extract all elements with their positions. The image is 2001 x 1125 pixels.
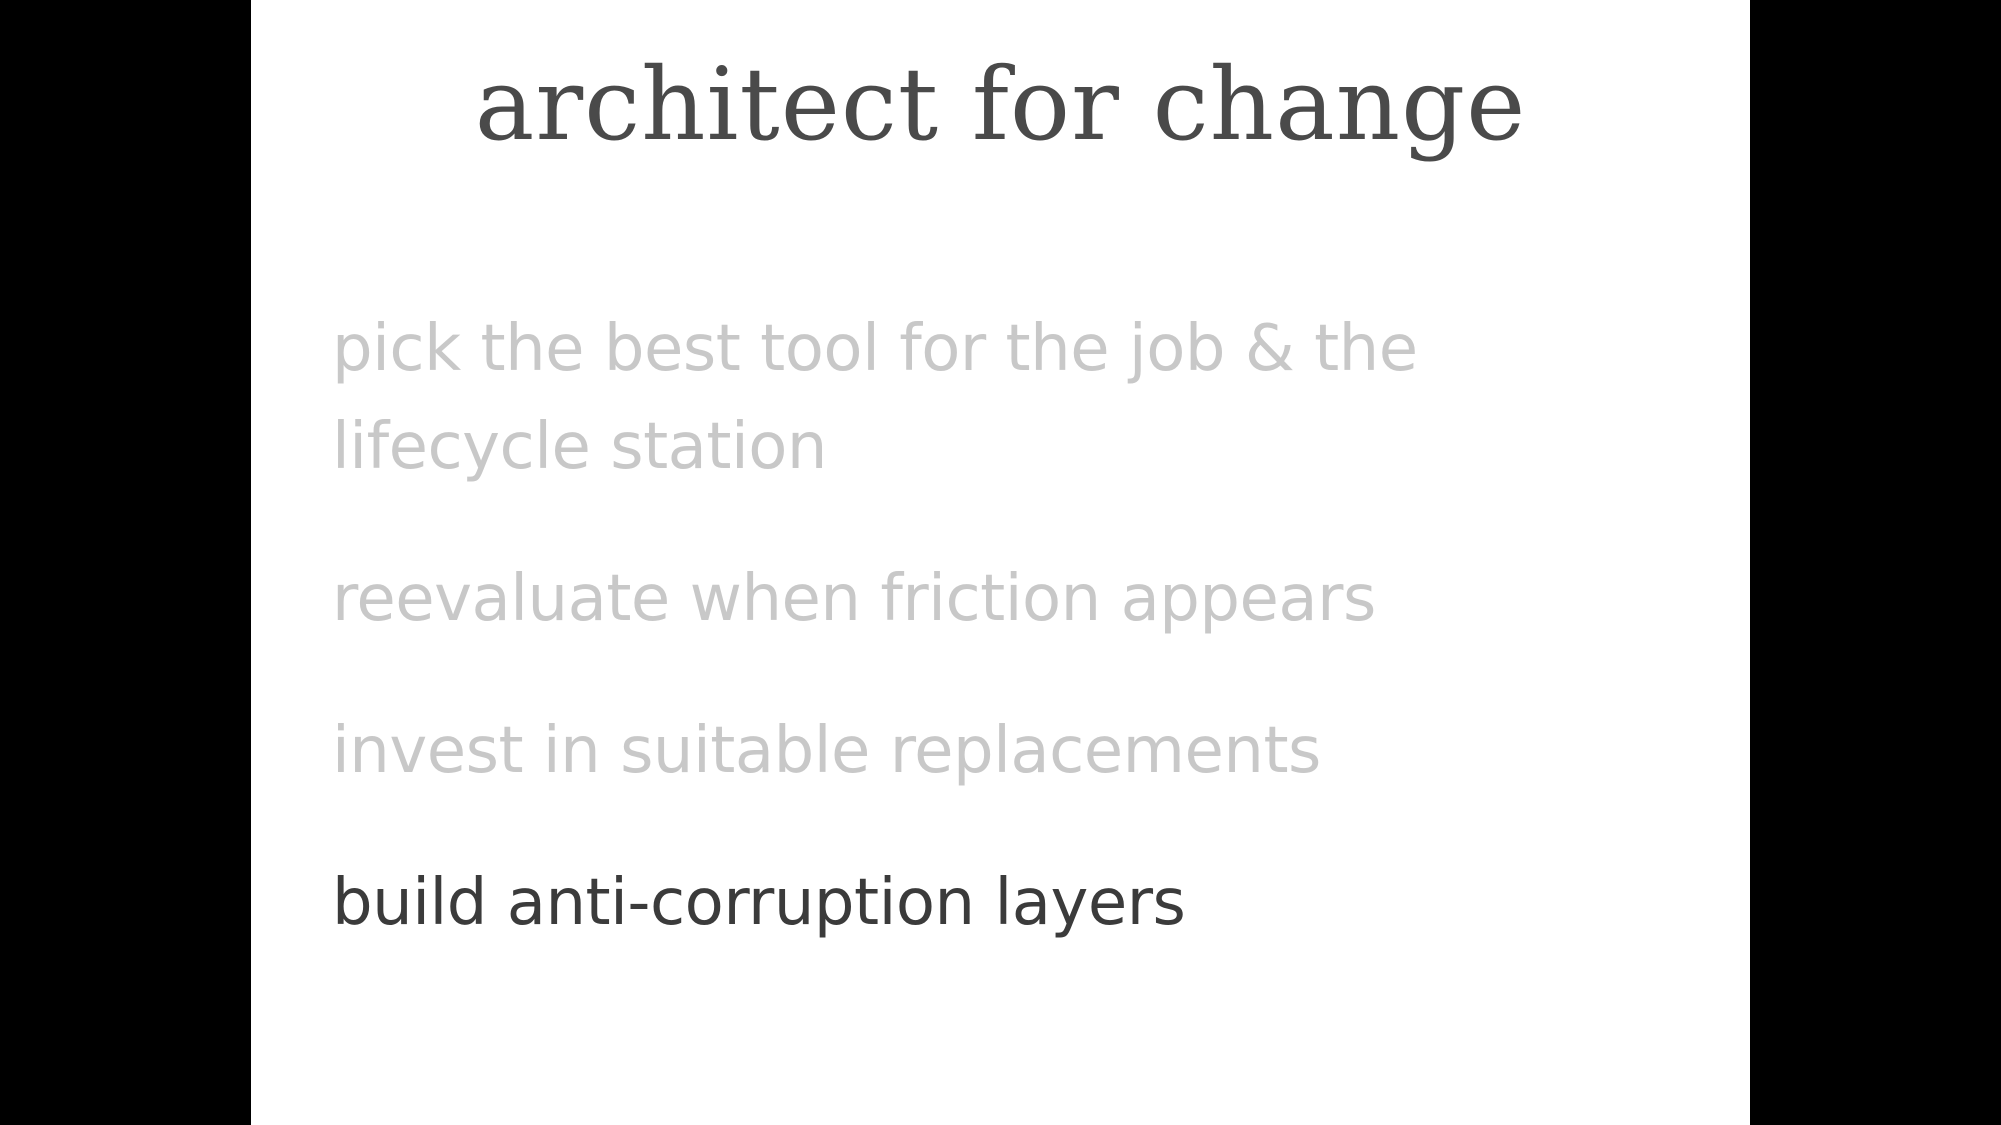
slide: architect for change pick the best tool … [251,0,1750,1125]
bullet-item-invest-replacements: invest in suitable replacements [332,714,1321,788]
bullet-item-reevaluate: reevaluate when friction appears [332,562,1376,636]
bullet-item-pick-best-tool: pick the best tool for the job & the lif… [332,312,1418,484]
presentation-stage: architect for change pick the best tool … [0,0,2001,1125]
slide-title: architect for change [474,46,1527,163]
bullet-list: pick the best tool for the job & the lif… [332,300,1632,1006]
bullet-item-anti-corruption-layers: build anti-corruption layers [332,866,1186,940]
